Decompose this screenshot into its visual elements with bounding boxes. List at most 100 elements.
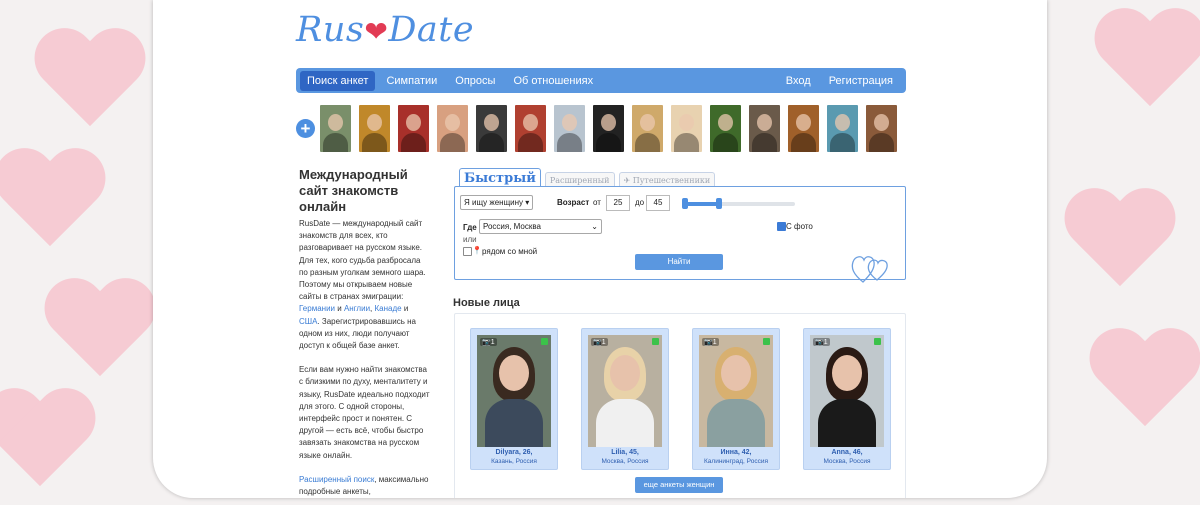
photo-body [818, 399, 876, 447]
nav-likes[interactable]: Симпатии [379, 71, 444, 91]
profile-photo[interactable]: 📷1 [810, 335, 884, 447]
camera-icon: 📷1 [702, 338, 719, 346]
camera-icon: 📷1 [480, 338, 497, 346]
location-select[interactable]: Россия, Москва ⌄ [479, 219, 602, 234]
search-button[interactable]: Найти [635, 254, 723, 270]
profile-card[interactable]: 📷1 Anna, 46, Москва, Россия [803, 328, 891, 470]
link-extended-search[interactable]: Расширенный поиск [299, 475, 374, 484]
profile-city: Калининград, Россия [704, 458, 768, 465]
site-logo[interactable]: Rus❤Date [296, 10, 474, 50]
link-canada[interactable]: Канаде [375, 304, 402, 313]
background-heart [40, 280, 160, 390]
avatar-thumb[interactable] [632, 105, 663, 152]
avatar-thumb[interactable] [827, 105, 858, 152]
nav-polls[interactable]: Опросы [448, 71, 502, 91]
avatar-thumb[interactable] [788, 105, 819, 152]
profile-card[interactable]: 📷1 Lilia, 45, Москва, Россия [581, 328, 669, 470]
tab-quick[interactable]: Быстрый [459, 168, 541, 188]
double-heart-icon [851, 256, 888, 283]
logo-text-rus: Rus [296, 10, 365, 50]
avatar-thumb[interactable] [476, 105, 507, 152]
or-label: или [463, 235, 477, 244]
logo-heart-icon: ❤ [364, 15, 389, 48]
new-faces-title: Новые лица [453, 297, 520, 309]
intro-paragraph-2: Если вам нужно найти знакомства с близки… [299, 365, 430, 460]
more-profiles-button[interactable]: еще анкеты женщин [635, 477, 723, 493]
intro-p1-end: . Зарегистрировавшись на одном из них, л… [299, 316, 416, 351]
photo-checkbox[interactable] [777, 222, 786, 231]
age-from-label: от [593, 198, 601, 207]
nav-login[interactable]: Вход [779, 71, 818, 91]
nav-register[interactable]: Регистрация [822, 71, 900, 91]
profile-card[interactable]: 📷1 Dilyara, 26, Казань, Россия [470, 328, 558, 470]
profile-card[interactable]: 📷1 Инна, 42, Калининград, Россия [692, 328, 780, 470]
search-form: Я ищу женщину ▾ Возраст от 25 до 45 Где … [454, 186, 906, 283]
intro-paragraph-3: Расширенный поиск, максимально подробные… [299, 474, 431, 498]
background-heart [1090, 10, 1200, 120]
online-indicator [874, 338, 881, 345]
avatar-strip: + [296, 105, 905, 152]
location-value: Россия, Москва [483, 222, 541, 231]
intro-paragraph-1: RusDate — международный сайт знакомств д… [299, 218, 431, 352]
age-to-label: до [635, 198, 645, 207]
where-label: Где [463, 223, 477, 232]
new-faces-panel: 📷1 Dilyara, 26, Казань, Россия 📷1 Lilia,… [454, 313, 906, 498]
site-card: Rus❤Date Поиск анкет Симпатии Опросы Об … [153, 0, 1047, 498]
profile-name[interactable]: Anna, 46, [804, 449, 890, 456]
age-slider-handle-max[interactable] [716, 198, 722, 209]
photo-body [707, 399, 765, 447]
camera-icon: 📷1 [591, 338, 608, 346]
avatar-thumb[interactable] [866, 105, 897, 152]
avatar-thumb[interactable] [593, 105, 624, 152]
photo-face [610, 355, 640, 391]
avatar-thumb[interactable] [671, 105, 702, 152]
age-to-input[interactable]: 45 [646, 195, 670, 211]
profile-city: Москва, Россия [601, 458, 649, 465]
add-photo-icon[interactable]: + [296, 119, 315, 138]
photo-body [485, 399, 543, 447]
intro-p1-text: RusDate — международный сайт знакомств д… [299, 219, 426, 302]
avatar-thumb[interactable] [398, 105, 429, 152]
intro-and-2: и [403, 304, 409, 314]
intro-title: Международный сайт знакомств онлайн [299, 167, 408, 214]
intro-text: RusDate — международный сайт знакомств д… [299, 218, 431, 498]
avatar-thumb[interactable] [710, 105, 741, 152]
age-from-input[interactable]: 25 [606, 195, 630, 211]
intro-and-1: и [337, 304, 342, 314]
profile-photo[interactable]: 📷1 [699, 335, 773, 447]
logo-text-date: Date [388, 10, 475, 50]
link-england[interactable]: Англии [344, 304, 370, 313]
search-tabs: Быстрый Расширенный ✈ Путешественники [459, 168, 719, 188]
profile-name[interactable]: Инна, 42, [693, 449, 779, 456]
age-label: Возраст [557, 198, 590, 207]
nearby-checkbox[interactable] [463, 247, 472, 256]
avatar-thumb[interactable] [554, 105, 585, 152]
profile-city: Казань, Россия [491, 458, 537, 465]
link-usa[interactable]: США [299, 317, 317, 326]
avatar-thumb[interactable] [437, 105, 468, 152]
background-heart [1060, 190, 1180, 300]
photo-face [499, 355, 529, 391]
location-pin-icon: 📍 [472, 246, 482, 255]
nav-relationships[interactable]: Об отношениях [506, 71, 600, 91]
age-slider-handle-min[interactable] [682, 198, 688, 209]
profile-name[interactable]: Dilyara, 26, [471, 449, 557, 456]
profile-name[interactable]: Lilia, 45, [582, 449, 668, 456]
age-slider[interactable] [682, 198, 795, 209]
background-heart [1085, 330, 1200, 440]
seeking-select[interactable]: Я ищу женщину ▾ [460, 195, 534, 210]
photo-label: С фото [786, 222, 813, 231]
photo-face [832, 355, 862, 391]
online-indicator [652, 338, 659, 345]
link-germany[interactable]: Германии [299, 304, 335, 313]
nearby-label: рядом со мной [482, 247, 538, 256]
profile-photo[interactable]: 📷1 [477, 335, 551, 447]
nav-search[interactable]: Поиск анкет [300, 70, 376, 91]
profile-photo[interactable]: 📷1 [588, 335, 662, 447]
photo-body [596, 399, 654, 447]
avatar-thumb[interactable] [515, 105, 546, 152]
background-heart [0, 390, 100, 500]
avatar-thumb[interactable] [359, 105, 390, 152]
avatar-thumb[interactable] [320, 105, 351, 152]
avatar-thumb[interactable] [749, 105, 780, 152]
